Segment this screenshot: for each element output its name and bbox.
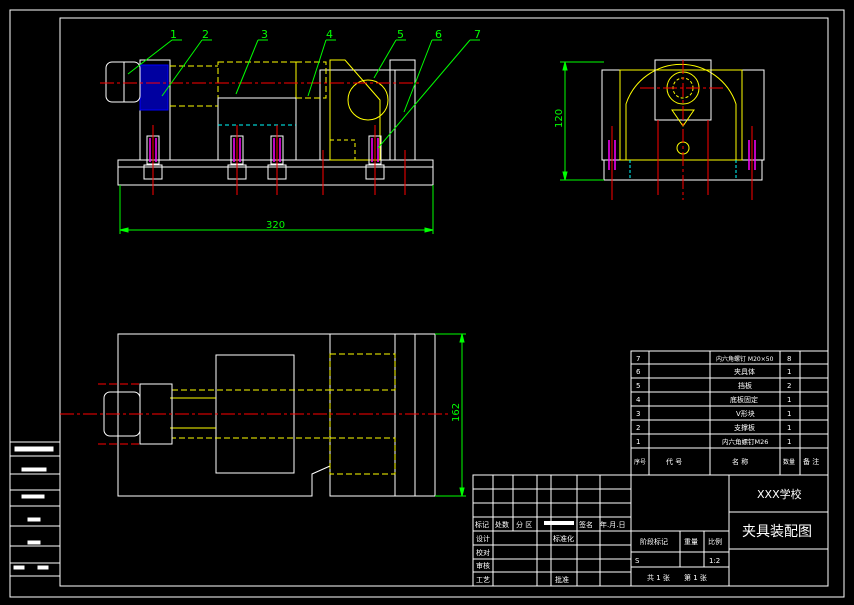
tb-mark: 标记 [475,520,489,529]
bom-row-2-name: 支撑板 [734,423,755,432]
balloon-5: 5 [397,28,404,41]
balloon-6: 6 [435,28,442,41]
bom-row-2-qty: 1 [787,424,791,432]
tb-stage-s: S [635,557,640,565]
tb-sheet-no: 第 1 张 [684,573,707,582]
tb-standardize: 标准化 [553,534,574,543]
tb-zone: 分 区 [516,520,532,529]
tb-date: 年.月.日 [600,520,625,529]
bom-row-3-name: V形块 [736,409,755,418]
bom-row-3-no: 3 [636,410,640,418]
bom-header-note: 备 注 [803,457,819,466]
balloon-2: 2 [202,28,209,41]
dimension-length: 320 [266,220,285,231]
tb-sheets: 共 1 张 [647,573,670,582]
bom-header-code: 代 号 [666,457,682,466]
tb-count: 处数 [495,520,509,529]
bom-row-1-no: 1 [636,438,640,446]
tb-review: 审核 [476,561,490,570]
bom-row-1-name: 内六角螺钉M26 [722,437,768,446]
dimension-width: 162 [451,403,462,422]
tb-approve: 批准 [555,575,569,584]
tb-design: 设计 [476,534,490,543]
balloon-4: 4 [326,28,333,41]
tb-process: 工艺 [476,576,490,584]
bom-row-4-qty: 1 [787,396,791,404]
balloon-1: 1 [170,28,177,41]
assembly-drawing-sheet: 1 2 3 4 5 6 7 320 120 162 7 内六角螺钉 M20×50… [0,0,854,605]
tb-check: 校对 [476,548,490,557]
bom-row-1-qty: 1 [787,438,791,446]
bom-row-4-no: 4 [636,396,641,404]
tb-scale: 1:2 [709,557,720,565]
bom-row-3-qty: 1 [787,410,791,418]
bom-row-2-no: 2 [636,424,640,432]
balloon-7: 7 [474,28,481,41]
drawing-title: 夹具装配图 [742,524,812,540]
bom-header-qty: 数量 [783,458,795,466]
bom-header-name: 名 称 [732,457,748,466]
bom-header-no: 序号 [634,458,646,466]
bom-row-5-name: 挡板 [738,381,752,390]
tb-stage-mark: 阶段标记 [640,537,668,546]
school-name: XXX学校 [757,487,802,501]
bom-row-7-qty: 8 [787,355,791,363]
bom-row-6-qty: 1 [787,368,791,376]
bom-row-6-name: 夹具体 [734,367,755,376]
dimension-height: 120 [554,109,565,128]
balloon-3: 3 [261,28,268,41]
bom-row-6-no: 6 [636,368,641,376]
bom-row-7-no: 7 [636,355,640,363]
bom-row-4-name: 底板固定 [730,395,758,404]
bom-row-5-qty: 2 [787,382,791,390]
tb-scale-label: 比例 [708,537,722,546]
bom-row-7-name: 内六角螺钉 M20×50 [716,355,774,363]
tb-sign: 签名 [579,520,593,529]
tb-weight: 重量 [684,538,698,546]
bom-row-5-no: 5 [636,382,640,390]
